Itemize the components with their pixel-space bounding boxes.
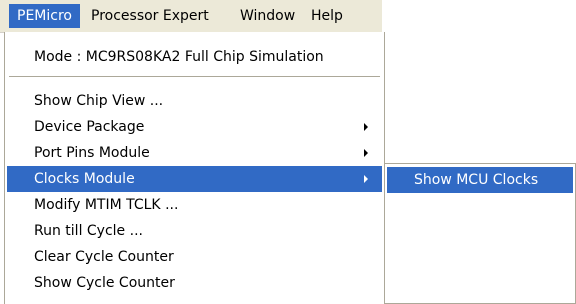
- menu-item-label: Device Package: [34, 119, 145, 135]
- menu-item-label: Clear Cycle Counter: [34, 249, 174, 265]
- submenu-arrow-icon: [364, 149, 368, 157]
- menu-item-show-cycle-counter[interactable]: Show Cycle Counter: [7, 270, 382, 296]
- menubar-window[interactable]: Window: [232, 4, 303, 28]
- submenu-arrow-icon: [364, 123, 368, 131]
- pemicro-dropdown-menu: Mode : MC9RS08KA2 Full Chip Simulation S…: [4, 32, 385, 304]
- menu-item-label: Port Pins Module: [34, 145, 150, 161]
- menu-item-label: Modify MTIM TCLK ...: [34, 197, 179, 213]
- menubar-pemicro[interactable]: PEMicro: [9, 4, 80, 28]
- menu-item-label: Show Chip View ...: [34, 93, 164, 109]
- menu-item-label: Run till Cycle ...: [34, 223, 143, 239]
- menu-item-run-till-cycle[interactable]: Run till Cycle ...: [7, 218, 382, 244]
- menu-bar: PEMicro Processor Expert Window Help: [0, 0, 382, 33]
- clocks-submenu: Show MCU Clocks: [384, 163, 576, 304]
- menu-item-mode[interactable]: Mode : MC9RS08KA2 Full Chip Simulation: [7, 44, 382, 70]
- menu-item-clocks-module[interactable]: Clocks Module: [7, 166, 382, 192]
- menubar-help[interactable]: Help: [303, 4, 351, 28]
- menu-item-modify-mtim-tclk[interactable]: Modify MTIM TCLK ...: [7, 192, 382, 218]
- menu-item-label: Show Cycle Counter: [34, 275, 175, 291]
- submenu-arrow-icon: [364, 175, 368, 183]
- menu-item-port-pins-module[interactable]: Port Pins Module: [7, 140, 382, 166]
- menu-item-show-chip-view[interactable]: Show Chip View ...: [7, 88, 382, 114]
- menu-separator: [9, 76, 380, 80]
- menu-item-clear-cycle-counter[interactable]: Clear Cycle Counter: [7, 244, 382, 270]
- menubar-processor-expert[interactable]: Processor Expert: [83, 4, 217, 28]
- menu-item-label: Clocks Module: [34, 171, 135, 187]
- menu-item-device-package[interactable]: Device Package: [7, 114, 382, 140]
- submenu-item-show-mcu-clocks[interactable]: Show MCU Clocks: [387, 167, 573, 193]
